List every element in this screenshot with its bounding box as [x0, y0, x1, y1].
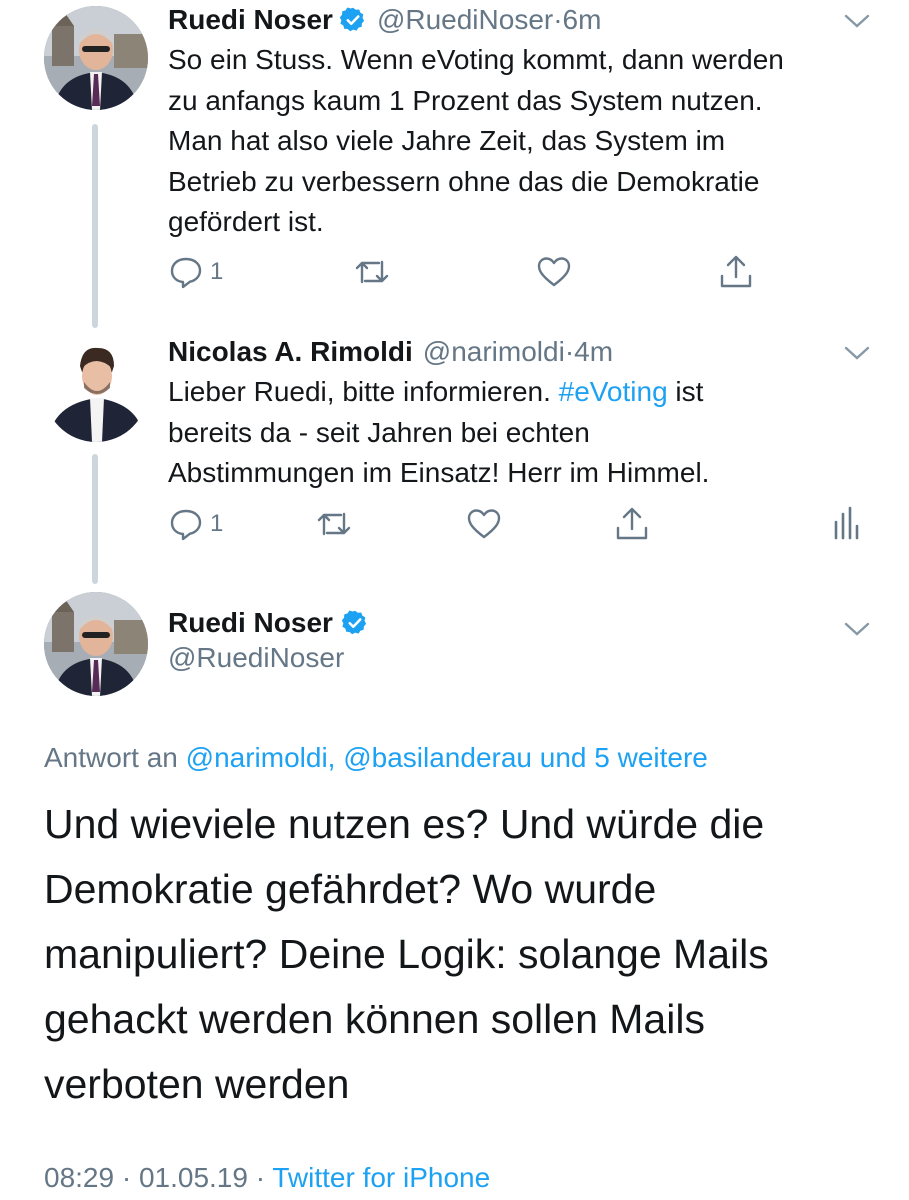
- tweet-text-line: gehackt werden können sollen Mails: [44, 996, 705, 1042]
- tweet-text: Lieber Ruedi, bitte informieren. #eVotin…: [168, 372, 888, 494]
- tweet-text-line: Und wieviele nutzen es? Und würde die: [44, 801, 765, 847]
- author-name[interactable]: Ruedi Noser: [168, 607, 333, 639]
- reply-count: 1: [210, 258, 224, 285]
- author-name[interactable]: Ruedi Noser: [168, 4, 333, 36]
- tweet-header: Nicolas A. Rimoldi @narimoldi · 4m: [168, 334, 613, 370]
- tweet-text-line: manipuliert? Deine Logik: solange Mails: [44, 931, 769, 977]
- avatar[interactable]: [44, 592, 148, 696]
- avatar[interactable]: [44, 6, 148, 110]
- hashtag-link[interactable]: #eVoting: [559, 376, 668, 407]
- author-name[interactable]: Nicolas A. Rimoldi: [168, 336, 413, 368]
- tweet-text-line: bereits da - seit Jahren bei echten: [168, 416, 590, 448]
- tweet-source-link[interactable]: Twitter for iPhone: [272, 1162, 490, 1193]
- tweet-text-line: zu anfangs kaum 1 Prozent das System nut…: [168, 84, 763, 116]
- retweet-button[interactable]: [352, 252, 392, 292]
- tweet-timestamp: 08:29 · 01.05.19 ·: [44, 1162, 273, 1193]
- tweet-text: So ein Stuss. Wenn eVoting kommt, dann w…: [168, 40, 888, 243]
- reply-icon: [170, 509, 202, 541]
- verified-badge-icon: [339, 7, 365, 32]
- author-handle[interactable]: @RuediNoser: [377, 4, 553, 36]
- avatar[interactable]: [44, 338, 148, 442]
- retweet-icon: [355, 260, 389, 284]
- author-handle[interactable]: @narimoldi: [423, 336, 565, 368]
- thread-line: [92, 454, 98, 584]
- tweet-text-line: Betrieb zu verbessern ohne das die Demok…: [168, 165, 760, 197]
- like-icon: [537, 257, 571, 287]
- tweet-meta: 08:29 · 01.05.19 · Twitter for iPhone: [44, 1162, 490, 1194]
- share-icon: [616, 507, 648, 540]
- reply-button[interactable]: 1: [166, 504, 223, 544]
- retweet-icon: [317, 512, 351, 536]
- like-button[interactable]: [464, 504, 504, 544]
- reply-count: 1: [210, 510, 224, 537]
- thread-line: [92, 124, 98, 328]
- reply-icon: [170, 257, 202, 289]
- main-tweet-text: Und wieviele nutzen es? Und würde die De…: [44, 792, 894, 1117]
- analytics-button[interactable]: [826, 504, 866, 544]
- share-button[interactable]: [612, 504, 652, 544]
- avatar-photo: [44, 338, 148, 442]
- avatar-photo: [44, 592, 148, 696]
- share-icon: [720, 255, 752, 288]
- analytics-icon: [834, 506, 859, 540]
- verified-badge-icon: [341, 610, 367, 635]
- tweet-text-line: gefördert ist.: [168, 206, 324, 237]
- main-tweet-author: Ruedi Noser: [168, 604, 369, 642]
- tweet-time[interactable]: 6m: [563, 4, 602, 36]
- tweet-time[interactable]: 4m: [574, 336, 613, 368]
- chevron-down-icon[interactable]: [842, 614, 872, 644]
- like-icon: [467, 509, 501, 539]
- tweet-text-line: Abstimmungen im Einsatz! Herr im Himmel.: [168, 457, 710, 488]
- tweet-text-line: Man hat also viele Jahre Zeit, das Syste…: [168, 125, 726, 156]
- reply-prefix: Antwort an: [44, 742, 186, 773]
- chevron-down-icon[interactable]: [842, 6, 872, 36]
- like-button[interactable]: [534, 252, 574, 292]
- reply-to-link[interactable]: @narimoldi, @basilanderau und 5 weitere: [186, 742, 708, 773]
- reply-context: Antwort an @narimoldi, @basilanderau und…: [44, 742, 708, 774]
- tweet-text-line: Demokratie gefährdet? Wo wurde: [44, 866, 657, 912]
- chevron-down-icon[interactable]: [842, 338, 872, 368]
- tweet-text-line: verboten werden: [44, 1061, 350, 1107]
- retweet-button[interactable]: [314, 504, 354, 544]
- tweet-text-line: So ein Stuss. Wenn eVoting kommt, dann w…: [168, 44, 784, 75]
- reply-button[interactable]: 1: [166, 252, 223, 292]
- avatar-photo: [44, 6, 148, 110]
- share-button[interactable]: [716, 252, 756, 292]
- separator-dot: ·: [564, 336, 575, 367]
- separator-dot: ·: [553, 4, 563, 35]
- tweet-text-segment: ist: [667, 376, 704, 407]
- author-handle[interactable]: @RuediNoser: [168, 642, 344, 674]
- tweet-header: Ruedi Noser @RuediNoser · 6m: [168, 2, 601, 38]
- tweet-text-line: Lieber Ruedi, bitte informieren. #eVotin…: [168, 372, 888, 413]
- tweet-text-segment: Lieber Ruedi, bitte informieren.: [168, 376, 559, 407]
